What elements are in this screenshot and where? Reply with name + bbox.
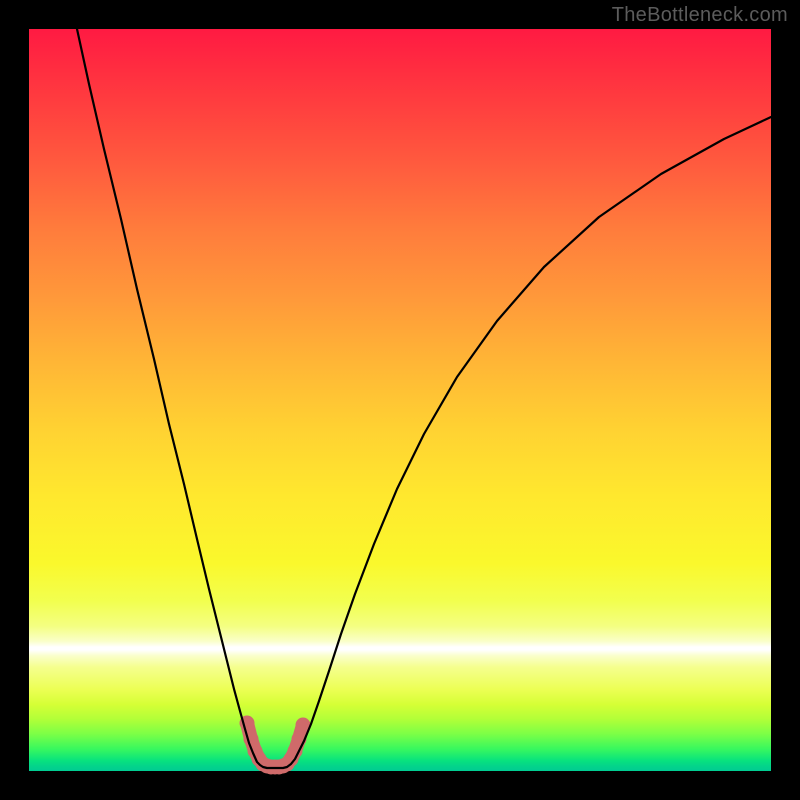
bottleneck-curve [77, 29, 771, 768]
watermark-text: TheBottleneck.com [612, 4, 788, 27]
chart-svg [29, 29, 771, 771]
